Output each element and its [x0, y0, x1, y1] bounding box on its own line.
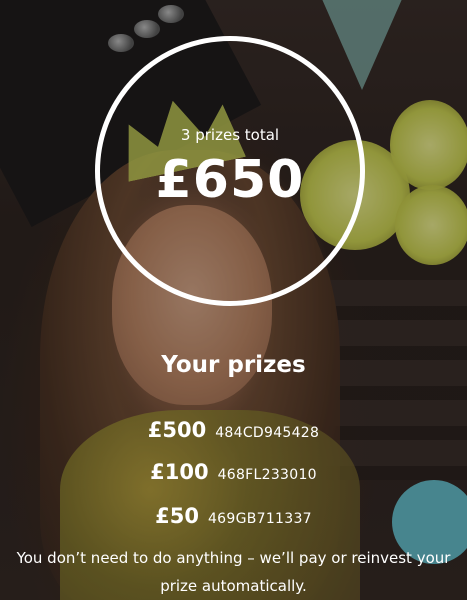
prize-count-text: 3 prizes total [180, 126, 280, 144]
prize-bond-number: 484CD945428 [215, 425, 320, 441]
prize-amount: £500 [147, 418, 207, 442]
prize-row: £500 484CD945428 [0, 418, 467, 442]
automatic-payment-notice: You don’t need to do anything – we’ll pa… [16, 549, 451, 595]
prize-amount: £50 [155, 504, 199, 528]
prize-row: £50 469GB711337 [0, 504, 467, 528]
prize-bond-number: 469GB711337 [207, 511, 312, 527]
your-prizes-heading: Your prizes [161, 352, 306, 378]
prize-amount: £100 [150, 460, 209, 484]
prize-bond-number: 468FL233010 [217, 467, 317, 483]
total-prize-amount: £650 [155, 150, 305, 210]
prize-row: £100 468FL233010 [0, 460, 467, 484]
